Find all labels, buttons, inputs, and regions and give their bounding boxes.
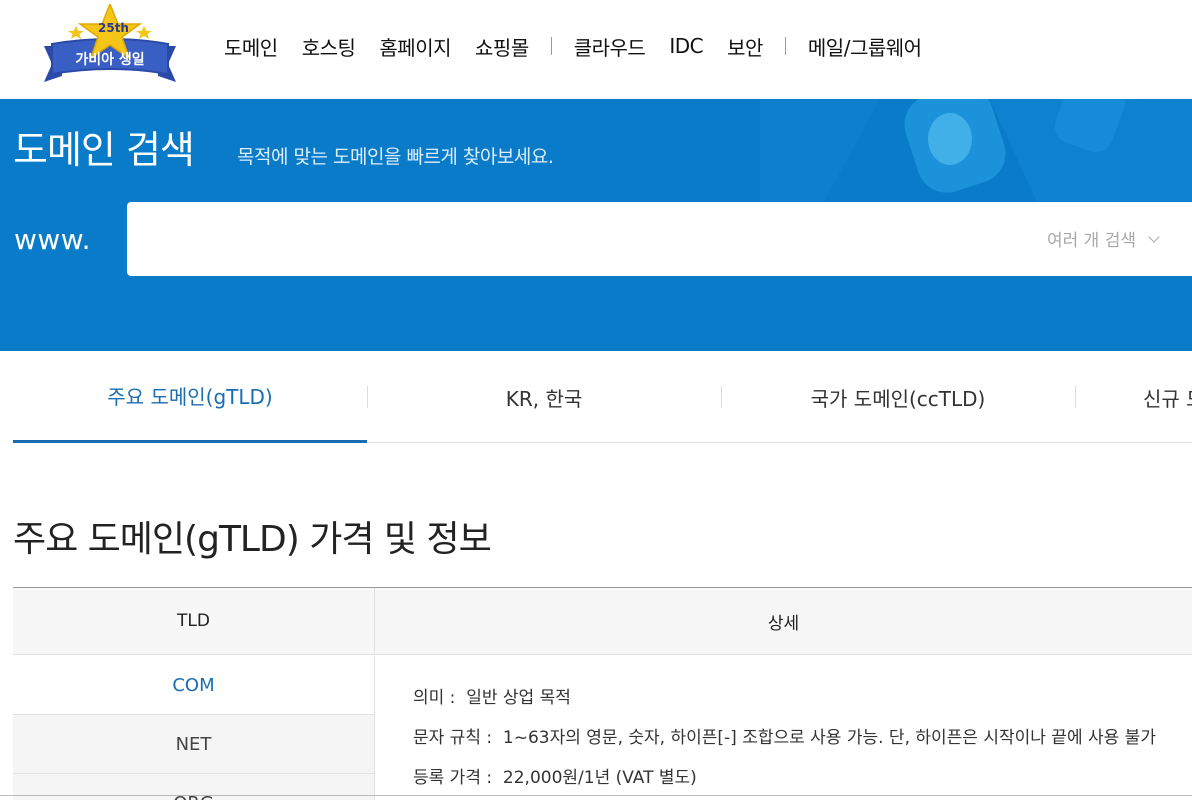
site-header: 25th 가비아 생일 도메인 호스팅 홈페이지 쇼핑몰 클라우드 IDC 보안… — [0, 0, 1192, 99]
search-subtitle: 목적에 맞는 도메인을 빠르게 찾아보세요. — [237, 146, 554, 168]
tab-cctld[interactable]: 국가 도메인(ccTLD) — [721, 351, 1075, 443]
table-header-tld: TLD — [13, 588, 374, 655]
domain-category-tabs: 주요 도메인(gTLD) KR, 한국 국가 도메인(ccTLD) 신규 도메인 — [13, 351, 1192, 443]
tld-item-org[interactable]: ORG — [13, 774, 374, 800]
nav-mail-groupware[interactable]: 메일/그룹웨어 — [808, 32, 922, 61]
tld-detail-panel: 의미 : 일반 상업 목적 문자 규칙 : 1~63자의 영문, 숫자, 하이픈… — [374, 656, 1192, 800]
tld-item-net[interactable]: NET — [13, 715, 374, 774]
detail-meaning: 의미 : 일반 상업 목적 — [413, 683, 571, 708]
logo-ribbon-text: 가비아 생일 — [75, 52, 145, 68]
nav-idc[interactable]: IDC — [669, 34, 703, 58]
nav-domain[interactable]: 도메인 — [224, 32, 278, 61]
nav-shoppingmall[interactable]: 쇼핑몰 — [475, 32, 529, 61]
nav-cloud[interactable]: 클라우드 — [574, 32, 646, 61]
tab-gtld[interactable]: 주요 도메인(gTLD) — [13, 351, 367, 443]
gtld-price-table: TLD 상세 COM NET ORG 의미 : 일반 상업 목적 문자 규칙 :… — [13, 587, 1192, 800]
nav-divider — [784, 37, 786, 55]
nav-homepage[interactable]: 홈페이지 — [379, 32, 451, 61]
viewport-bottom-divider — [0, 795, 1192, 796]
banner-decoration-graphic — [760, 99, 1192, 209]
logo-badge-text: 25th — [98, 21, 129, 35]
www-prefix: www. — [14, 223, 92, 256]
global-nav: 도메인 호스팅 홈페이지 쇼핑몰 클라우드 IDC 보안 메일/그룹웨어 — [224, 30, 922, 62]
multi-search-label: 여러 개 검색 — [1047, 231, 1137, 251]
gabia-25th-logo[interactable]: 25th 가비아 생일 — [40, 1, 180, 88]
nav-hosting[interactable]: 호스팅 — [302, 32, 356, 61]
detail-price: 등록 가격 : 22,000원/1년 (VAT 별도) — [413, 763, 697, 788]
tab-kr[interactable]: KR, 한국 — [367, 351, 721, 443]
chevron-down-icon — [1148, 230, 1160, 243]
section-title: 주요 도메인(gTLD) 가격 및 정보 — [13, 519, 492, 560]
rule-value: 1~63자의 영문, 숫자, 하이픈[-] 조합으로 사용 가능. 단, 하이픈… — [502, 728, 1156, 748]
meaning-value: 일반 상업 목적 — [466, 688, 571, 708]
price-value: 22,000원/1년 (VAT 별도) — [502, 768, 697, 788]
nav-divider — [550, 37, 552, 55]
domain-search-box: 여러 개 검색 — [127, 202, 1192, 276]
domain-search-banner: 도메인 검색 목적에 맞는 도메인을 빠르게 찾아보세요. www. 여러 개 … — [0, 99, 1192, 351]
nav-security[interactable]: 보안 — [727, 32, 763, 61]
detail-char-rule: 문자 규칙 : 1~63자의 영문, 숫자, 하이픈[-] 조합으로 사용 가능… — [413, 723, 1156, 748]
meaning-label: 의미 : — [413, 688, 456, 708]
price-label: 등록 가격 : — [413, 768, 493, 788]
domain-search-input[interactable] — [147, 220, 1027, 258]
tld-item-com[interactable]: COM — [13, 656, 374, 715]
tab-new-domain[interactable]: 신규 도메인 — [1075, 351, 1192, 443]
search-title: 도메인 검색 — [13, 128, 195, 172]
table-header-detail: 상세 — [374, 588, 1192, 655]
rule-label: 문자 규칙 : — [413, 728, 493, 748]
multi-search-dropdown[interactable]: 여러 개 검색 — [1047, 226, 1160, 251]
